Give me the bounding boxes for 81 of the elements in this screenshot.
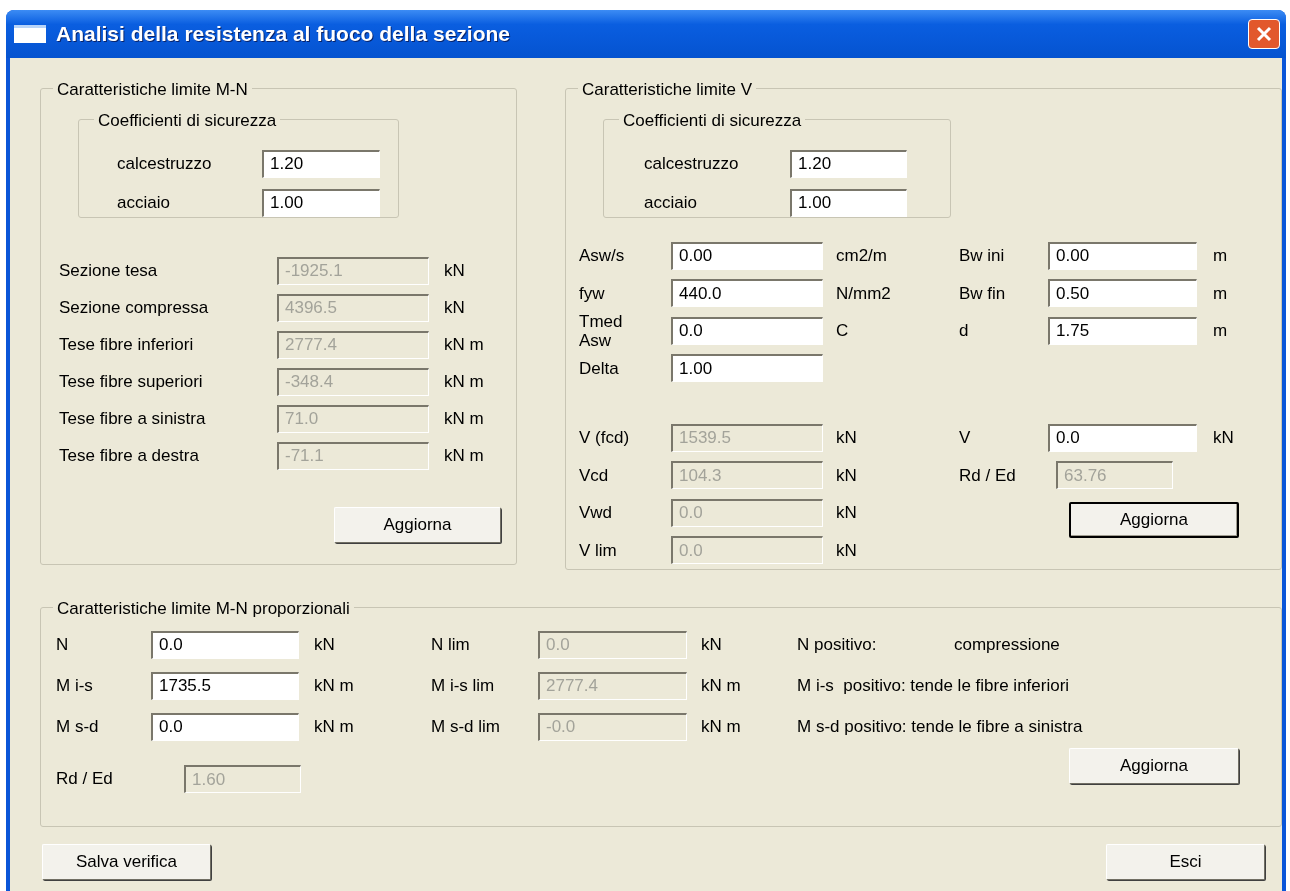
action-button[interactable]: Salva verifica: [42, 844, 211, 880]
unit-label: kN: [836, 503, 857, 522]
unit-label: kN: [836, 540, 857, 560]
field-label: V: [959, 428, 972, 448]
unit-label: kN m: [444, 407, 484, 430]
input-field[interactable]: 0.0: [671, 316, 823, 345]
unit-label: kN: [444, 259, 465, 282]
action-button[interactable]: Aggiorna: [1069, 502, 1239, 538]
unit-label: C: [836, 321, 849, 340]
note-text: compressione: [954, 633, 1060, 656]
unit-label: m: [1213, 246, 1228, 265]
input-field[interactable]: 0.0: [1048, 423, 1197, 452]
close-icon: [1256, 26, 1272, 42]
unit-label: kN m: [444, 333, 484, 356]
action-button[interactable]: Aggiorna: [334, 507, 501, 543]
field-label: Bw ini: [959, 246, 1006, 266]
field-label: acciaio: [117, 192, 170, 212]
input-field[interactable]: 0.00: [671, 241, 823, 270]
note-text: N positivo:: [797, 633, 878, 656]
input-field[interactable]: 1.20: [790, 149, 907, 178]
input-field[interactable]: 1.20: [262, 149, 380, 178]
unit-label: kN m: [701, 675, 741, 695]
unit-label: kN m: [314, 716, 354, 736]
input-field[interactable]: 1.00: [262, 188, 380, 217]
unit-label: N/mm2: [836, 283, 891, 303]
field-label: Tese fibre a destra: [59, 445, 199, 465]
unit-label: kN: [701, 634, 722, 654]
field-label: N: [56, 634, 69, 654]
field-label: d: [959, 321, 970, 341]
field-label: M s-d: [56, 716, 99, 736]
unit-label: cm2/m: [836, 246, 887, 265]
window-icon: [14, 24, 46, 44]
field-label: fyw: [579, 283, 606, 303]
input-field[interactable]: 0.0: [151, 712, 299, 741]
field-label: N lim: [431, 634, 470, 654]
field-label: Rd / Ed: [56, 768, 113, 791]
input-field[interactable]: 0.50: [1048, 279, 1197, 308]
field-label: Asw/s: [579, 246, 626, 266]
field-label: V lim: [579, 540, 618, 560]
unit-label: kN: [444, 296, 465, 319]
field-label: Bw fin: [959, 283, 1007, 303]
close-button[interactable]: [1248, 19, 1280, 49]
field-label: Vwd: [579, 503, 614, 523]
input-field[interactable]: 1.00: [671, 354, 823, 383]
field-label: Sezione compressa: [59, 297, 209, 317]
unit-label: m: [1213, 283, 1228, 303]
input-field[interactable]: 0.0: [151, 630, 299, 659]
unit-label: kN m: [444, 370, 484, 393]
field-label: calcestruzzo: [117, 153, 212, 173]
note-text: M s-d positivo: tende le fibre a sinistra: [797, 715, 1083, 738]
unit-label: kN m: [444, 444, 484, 467]
note-text: M i-s positivo: tende le fibre inferiori: [797, 674, 1070, 697]
input-field[interactable]: 0.00: [1048, 241, 1197, 270]
input-field[interactable]: 1.00: [790, 188, 907, 217]
field-label: Tese fibre inferiori: [59, 334, 194, 354]
field-label: Vcd: [579, 465, 610, 485]
field-label: Tese fibre a sinistra: [59, 408, 206, 428]
action-button[interactable]: Aggiorna: [1069, 748, 1239, 784]
unit-label: kN: [314, 634, 335, 654]
unit-label: kN m: [701, 716, 741, 736]
unit-label: m: [1213, 321, 1228, 340]
action-button[interactable]: Esci: [1106, 844, 1265, 880]
field-label: Tese fibre superiori: [59, 371, 203, 391]
unit-label: kN: [836, 465, 857, 485]
field-label: V (fcd): [579, 428, 631, 448]
input-field[interactable]: 1.75: [1048, 316, 1197, 345]
field-label: Rd / Ed: [959, 465, 1017, 485]
unit-label: kN: [836, 428, 857, 447]
field-label: acciaio: [644, 192, 697, 212]
field-label: M s-d lim: [431, 716, 500, 736]
unit-label: kN: [1213, 428, 1234, 447]
input-field[interactable]: 1735.5: [151, 671, 299, 700]
window-title: Analisi della resistenza al fuoco della sezione: [56, 21, 510, 48]
field-label: Delta: [579, 358, 620, 378]
field-label: calcestruzzo: [644, 153, 739, 173]
field-label: M i-s lim: [431, 675, 495, 695]
field-label: Tmed Asw: [579, 311, 624, 350]
unit-label: kN m: [314, 675, 354, 695]
field-label: Sezione tesa: [59, 260, 158, 280]
field-label: M i-s: [56, 675, 93, 695]
input-field[interactable]: 440.0: [671, 279, 823, 308]
